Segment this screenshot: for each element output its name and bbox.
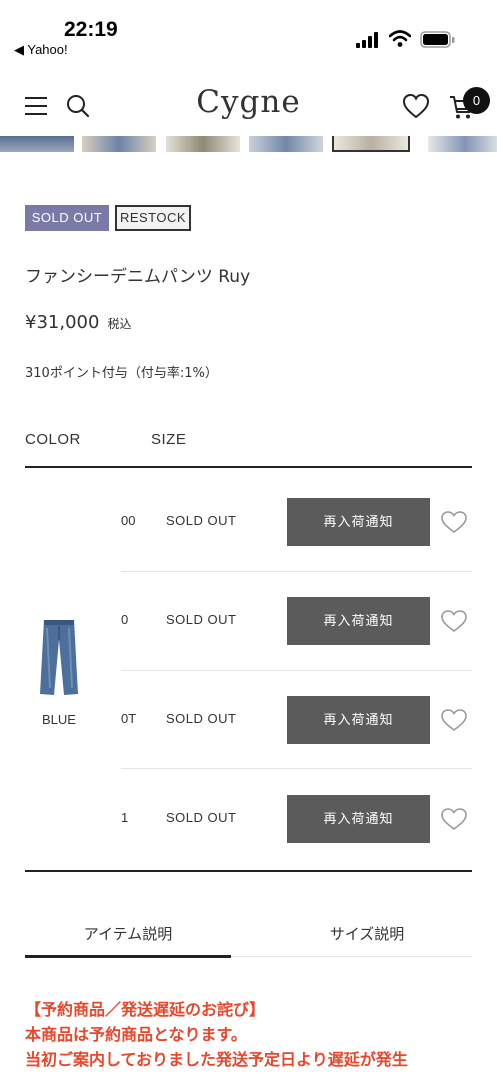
- signal-icon: [356, 32, 378, 48]
- restock-notify-button[interactable]: 再入荷通知: [287, 795, 430, 843]
- preorder-notice: 【予約商品／発送遅延のお詫び】 本商品は予約商品となります。 当初ご案内しており…: [25, 997, 485, 1072]
- status-bar: 22:19 ◀ Yahoo!: [0, 0, 497, 64]
- product-price: ¥31,000 税込: [25, 312, 131, 333]
- cart-count-badge: 0: [463, 87, 490, 114]
- favorite-heart-icon[interactable]: [440, 510, 468, 534]
- tab-size-description[interactable]: サイズ説明: [264, 923, 470, 944]
- size-label: 0: [121, 612, 129, 627]
- points-info: 310ポイント付与（付与率:1%）: [25, 366, 218, 381]
- status-time: 22:19: [64, 18, 118, 41]
- favorite-heart-icon[interactable]: [440, 708, 468, 732]
- size-label: 0T: [121, 711, 137, 726]
- color-column-header: COLOR: [25, 431, 81, 448]
- favorite-heart-icon[interactable]: [440, 609, 468, 633]
- thumbnail[interactable]: [249, 136, 323, 152]
- battery-icon: [420, 31, 455, 48]
- restock-notify-button[interactable]: 再入荷通知: [287, 498, 430, 546]
- table-row: 0 SOLD OUT 再入荷通知: [0, 571, 497, 669]
- restock-badge: RESTOCK: [115, 205, 191, 231]
- thumbnail-strip[interactable]: [0, 136, 497, 154]
- table-row: 00 SOLD OUT 再入荷通知: [0, 472, 497, 570]
- notice-line: 【予約商品／発送遅延のお詫び】: [25, 1000, 266, 1019]
- stock-status: SOLD OUT: [166, 711, 237, 726]
- thumbnail[interactable]: [82, 136, 156, 152]
- thumbnail[interactable]: [428, 136, 497, 152]
- size-column-header: SIZE: [151, 431, 187, 448]
- favorite-heart-icon[interactable]: [440, 807, 468, 831]
- tax-label: 税込: [107, 317, 132, 331]
- wishlist-icon[interactable]: [402, 93, 430, 119]
- product-title: ファンシーデニムパンツ Ruy: [25, 267, 251, 287]
- notice-line: 本商品は予約商品となります。: [25, 1025, 247, 1044]
- table-top-rule: [25, 466, 472, 468]
- wifi-icon: [389, 30, 411, 47]
- sold-out-badge: SOLD OUT: [25, 205, 109, 231]
- notice-line: 当初ご案内しておりました発送予定日より遅延が発生: [25, 1050, 408, 1069]
- active-tab-indicator: [25, 955, 231, 958]
- restock-notify-button[interactable]: 再入荷通知: [287, 696, 430, 744]
- stock-status: SOLD OUT: [166, 513, 237, 528]
- size-label: 1: [121, 810, 129, 825]
- thumbnail-selected[interactable]: [332, 136, 410, 152]
- tab-item-description[interactable]: アイテム説明: [25, 923, 231, 944]
- stock-status: SOLD OUT: [166, 810, 237, 825]
- restock-notify-button[interactable]: 再入荷通知: [287, 597, 430, 645]
- site-header: Cygne 0: [0, 78, 497, 136]
- table-row: 0T SOLD OUT 再入荷通知: [0, 670, 497, 768]
- back-to-app-link[interactable]: ◀ Yahoo!: [14, 42, 68, 58]
- table-row: 1 SOLD OUT 再入荷通知: [0, 769, 497, 867]
- thumbnail[interactable]: [166, 136, 240, 152]
- size-label: 00: [121, 513, 136, 528]
- stock-status: SOLD OUT: [166, 612, 237, 627]
- thumbnail[interactable]: [0, 136, 74, 152]
- table-bottom-rule: [25, 870, 472, 872]
- price-value: ¥31,000: [25, 312, 100, 333]
